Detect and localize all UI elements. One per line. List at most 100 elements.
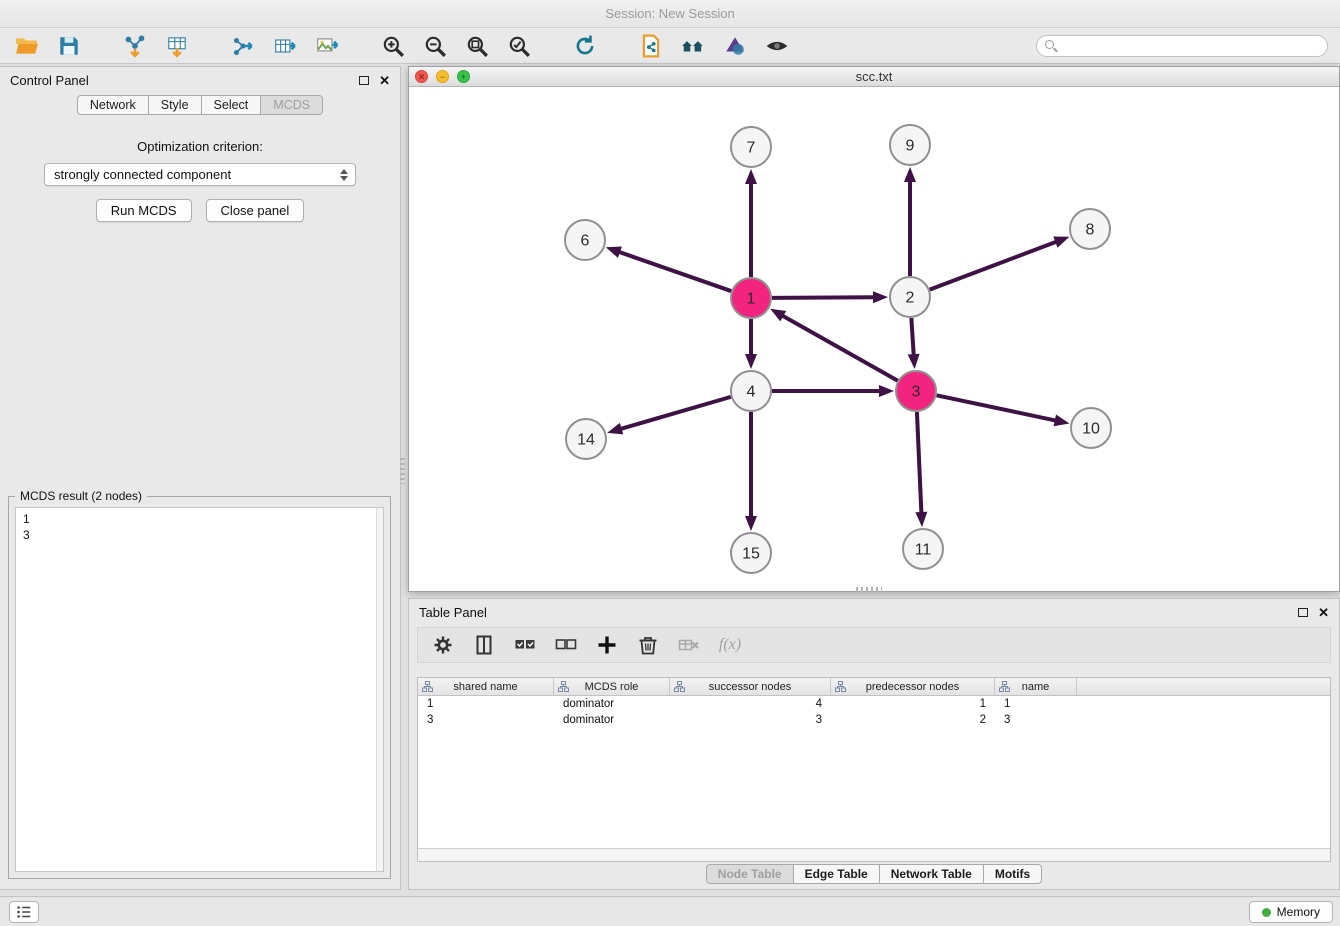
- status-bar: Memory: [0, 896, 1340, 926]
- network-window-titlebar[interactable]: scc.txt ✕ − +: [409, 67, 1339, 87]
- eye-icon[interactable]: [762, 31, 792, 61]
- criterion-dropdown[interactable]: strongly connected component: [44, 163, 356, 186]
- tab-style[interactable]: Style: [148, 95, 202, 115]
- graph-node-6[interactable]: 6: [565, 220, 605, 260]
- gear-icon[interactable]: [430, 632, 456, 658]
- column-header-successor-nodes[interactable]: successor nodes: [670, 678, 831, 695]
- result-item[interactable]: 1: [16, 511, 376, 527]
- graph-edge-3-1[interactable]: [770, 309, 898, 381]
- tab-select[interactable]: Select: [201, 95, 262, 115]
- graph-edge-3-11[interactable]: [915, 412, 927, 527]
- close-panel-icon[interactable]: ✕: [379, 74, 390, 87]
- graph-edge-2-9[interactable]: [904, 167, 916, 276]
- network-window: scc.txt ✕ − + 7 9 6 8 1 2 4 3 14 10 15 11: [408, 66, 1340, 592]
- graph-edge-2-3[interactable]: [908, 318, 920, 369]
- float-table-panel-icon[interactable]: [1298, 608, 1308, 617]
- document-network-icon[interactable]: [636, 31, 666, 61]
- column-header-name[interactable]: name: [995, 678, 1077, 695]
- network-import-icon[interactable]: [120, 31, 150, 61]
- panel-selector-button[interactable]: [9, 901, 39, 923]
- graph-node-2[interactable]: 2: [890, 277, 930, 317]
- column-tree-icon: [674, 681, 685, 695]
- tab-network[interactable]: Network: [77, 95, 149, 115]
- table-toolbar: f(x): [417, 627, 1331, 663]
- column-header-filler: [1077, 678, 1330, 695]
- graph-edge-3-10[interactable]: [937, 395, 1070, 426]
- image-export-icon[interactable]: [312, 31, 342, 61]
- zoom-in-icon[interactable]: [378, 31, 408, 61]
- add-row-icon[interactable]: [594, 632, 620, 658]
- mcds-result-list[interactable]: 13: [15, 507, 377, 872]
- close-table-panel-icon[interactable]: ✕: [1318, 606, 1329, 619]
- svg-text:2: 2: [906, 290, 915, 307]
- graph-node-14[interactable]: 14: [566, 419, 606, 459]
- graph-edge-1-2[interactable]: [772, 291, 888, 303]
- graph-edge-2-8[interactable]: [930, 236, 1070, 289]
- function-icon: f(x): [717, 632, 743, 658]
- graph-node-7[interactable]: 7: [731, 127, 771, 167]
- run-mcds-button[interactable]: Run MCDS: [96, 199, 192, 222]
- graph-node-4[interactable]: 4: [731, 371, 771, 411]
- vertical-splitter[interactable]: [400, 458, 405, 484]
- column-header-predecessor-nodes[interactable]: predecessor nodes: [831, 678, 995, 695]
- open-folder-icon[interactable]: [12, 31, 42, 61]
- table-row[interactable]: 3dominator323: [418, 712, 1330, 728]
- column-tree-icon: [558, 681, 569, 695]
- tab-edge-table[interactable]: Edge Table: [793, 864, 880, 884]
- refresh-icon[interactable]: [570, 31, 600, 61]
- select-all-icon[interactable]: [512, 632, 538, 658]
- graph-node-15[interactable]: 15: [731, 533, 771, 573]
- graph-edge-4-3[interactable]: [772, 385, 894, 397]
- minimize-window-icon[interactable]: −: [436, 70, 449, 83]
- graph-node-8[interactable]: 8: [1070, 209, 1110, 249]
- tab-mcds[interactable]: MCDS: [260, 95, 323, 115]
- columns-icon[interactable]: [471, 632, 497, 658]
- graph-edge-4-14[interactable]: [607, 397, 731, 435]
- optimization-label: Optimization criterion:: [0, 139, 400, 154]
- close-panel-button[interactable]: Close panel: [206, 199, 305, 222]
- table-export-icon[interactable]: [270, 31, 300, 61]
- graph-edge-1-6[interactable]: [606, 247, 731, 292]
- column-header-mcds-role[interactable]: MCDS role: [554, 678, 670, 695]
- zoom-selected-icon[interactable]: [504, 31, 534, 61]
- graph-edge-4-15[interactable]: [745, 412, 757, 531]
- horizontal-splitter[interactable]: [856, 587, 882, 592]
- list-icon: [15, 903, 33, 921]
- save-icon[interactable]: [54, 31, 84, 61]
- graph-node-9[interactable]: 9: [890, 125, 930, 165]
- result-item[interactable]: 3: [16, 527, 376, 543]
- fx-label: f(x): [719, 636, 741, 654]
- mcds-buttons: Run MCDS Close panel: [0, 199, 400, 222]
- zoom-out-icon[interactable]: [420, 31, 450, 61]
- deselect-all-icon[interactable]: [553, 632, 579, 658]
- trash-icon[interactable]: [635, 632, 661, 658]
- style-venn-icon[interactable]: [720, 31, 750, 61]
- column-header-shared-name[interactable]: shared name: [418, 678, 554, 695]
- graph-node-11[interactable]: 11: [903, 529, 943, 569]
- zoom-fit-icon[interactable]: [462, 31, 492, 61]
- graph-node-3[interactable]: 3: [896, 371, 936, 411]
- table-row[interactable]: 1dominator411: [418, 696, 1330, 712]
- houses-icon[interactable]: [678, 31, 708, 61]
- float-panel-icon[interactable]: [359, 76, 369, 85]
- graph-edge-1-7[interactable]: [745, 169, 757, 277]
- svg-text:14: 14: [577, 432, 595, 449]
- window-titlebar[interactable]: Session: New Session: [0, 0, 1340, 28]
- result-scrollbar[interactable]: [376, 507, 384, 872]
- table-scrollbar[interactable]: [418, 848, 1330, 861]
- search-icon: [1045, 40, 1054, 49]
- network-export-icon[interactable]: [228, 31, 258, 61]
- search-box[interactable]: [1036, 35, 1328, 57]
- graph-node-1[interactable]: 1: [731, 278, 771, 318]
- graph-node-10[interactable]: 10: [1071, 408, 1111, 448]
- tab-node-table[interactable]: Node Table: [706, 864, 794, 884]
- memory-button[interactable]: Memory: [1249, 901, 1333, 923]
- graph-edge-1-4[interactable]: [745, 319, 757, 369]
- maximize-window-icon[interactable]: +: [457, 70, 470, 83]
- tab-network-table[interactable]: Network Table: [879, 864, 984, 884]
- table-import-icon[interactable]: [162, 31, 192, 61]
- network-canvas[interactable]: 7 9 6 8 1 2 4 3 14 10 15 11: [409, 87, 1339, 592]
- close-window-icon[interactable]: ✕: [415, 70, 428, 83]
- tab-motifs[interactable]: Motifs: [983, 864, 1042, 884]
- search-input[interactable]: [1036, 35, 1328, 57]
